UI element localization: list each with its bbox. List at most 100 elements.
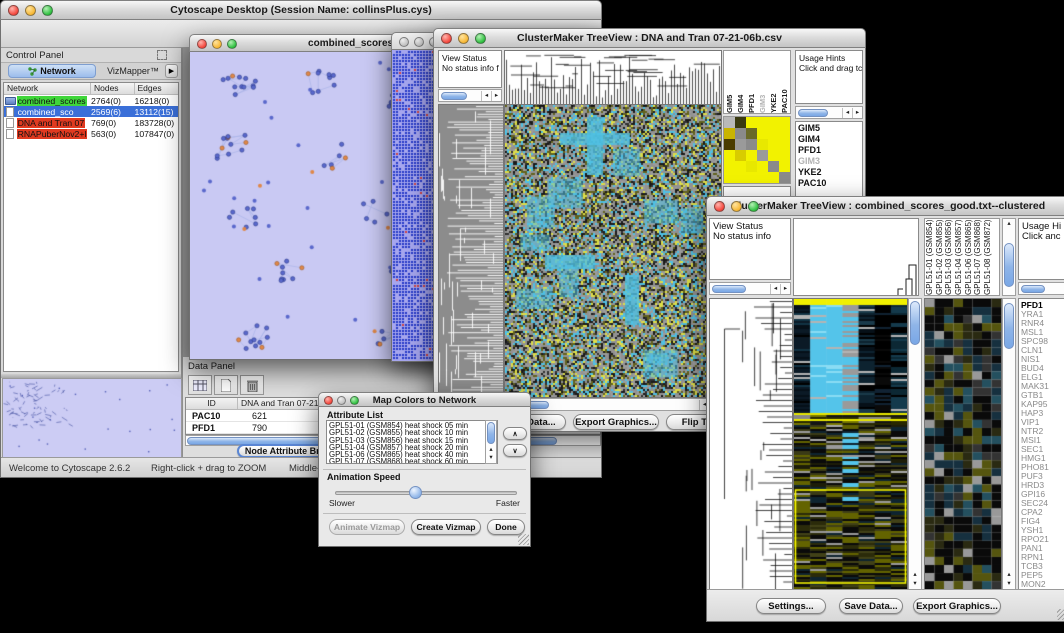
scroll-right-icon[interactable]: ▸ — [491, 91, 501, 101]
resize-grip[interactable] — [1057, 609, 1064, 620]
tv2-export-graphics-button[interactable]: Export Graphics... — [913, 598, 1001, 614]
slider-thumb[interactable] — [409, 486, 422, 499]
animation-speed-slider[interactable] — [335, 491, 517, 495]
tv1-hints-hscrollbar[interactable]: ◂ ▸ — [795, 106, 863, 119]
tv2-gene-list[interactable]: PFD1YRA1RNR4MSL1SPC98CLN1NIS1BUD4ELG1MAK… — [1018, 298, 1064, 590]
treeview2-titlebar[interactable]: ClusterMaker TreeView : combined_scores_… — [706, 196, 1064, 216]
matrix-cell[interactable] — [724, 139, 735, 150]
zoom-button[interactable] — [350, 396, 359, 405]
data-panel-delete-icon[interactable] — [240, 375, 264, 395]
matrix-cell[interactable] — [746, 117, 757, 128]
close-button[interactable] — [197, 39, 207, 49]
matrix-cell[interactable] — [724, 161, 735, 172]
scroll-right-icon[interactable]: ▸ — [852, 108, 862, 118]
close-button[interactable] — [324, 396, 333, 405]
treeview1-titlebar[interactable]: ClusterMaker TreeView : DNA and Tran 07-… — [433, 28, 866, 48]
tab-overflow-button[interactable]: ▶ — [165, 64, 178, 78]
matrix-cell[interactable] — [768, 117, 779, 128]
scroll-left-icon[interactable]: ◂ — [842, 108, 852, 118]
matrix-cell[interactable] — [735, 161, 746, 172]
gene-label[interactable]: PFD1 — [796, 145, 862, 156]
zoom-button[interactable] — [227, 39, 237, 49]
close-button[interactable] — [399, 37, 409, 47]
tv2-save-data-button[interactable]: Save Data... — [839, 598, 903, 614]
gene-label[interactable]: GIM3 — [796, 156, 862, 167]
done-button[interactable]: Done — [487, 519, 525, 535]
matrix-cell[interactable] — [768, 161, 779, 172]
attribute-list[interactable]: GPL51-01 (GSM854) heat shock 05 minGPL51… — [326, 420, 498, 464]
tv1-column-dendrogram[interactable] — [504, 50, 722, 105]
tv1-row-dendrogram[interactable] — [438, 104, 504, 412]
tv2-heatmap-vscrollbar[interactable]: ▴ ▾ — [908, 298, 922, 590]
matrix-cell[interactable] — [724, 117, 735, 128]
minimize-button[interactable] — [337, 396, 346, 405]
data-panel-new-icon[interactable] — [214, 375, 238, 395]
scroll-left-icon[interactable]: ◂ — [770, 284, 780, 294]
zoom-button[interactable] — [748, 201, 759, 212]
tv1-heatmap-hscrollbar[interactable]: ◂ ▸ — [504, 398, 720, 411]
matrix-cell[interactable] — [746, 128, 757, 139]
tv1-export-graphics-button[interactable]: Export Graphics... — [573, 414, 659, 430]
tv2-heatmap[interactable] — [793, 298, 908, 590]
tv1-status-hscrollbar[interactable]: ◂ ▸ — [438, 89, 502, 102]
matrix-cell[interactable] — [779, 150, 790, 161]
matrix-cell[interactable] — [768, 128, 779, 139]
scroll-down-icon[interactable]: ▾ — [486, 454, 496, 462]
minimize-button[interactable] — [414, 37, 424, 47]
data-panel-table-icon[interactable] — [188, 375, 212, 395]
scroll-up-icon[interactable]: ▴ — [1003, 571, 1015, 579]
matrix-cell[interactable] — [757, 139, 768, 150]
matrix-cell[interactable] — [724, 172, 735, 183]
attribute-list-item[interactable]: GPL51-07 (GSM868) heat shock 60 min — [327, 458, 497, 464]
matrix-cell[interactable] — [768, 172, 779, 183]
matrix-cell[interactable] — [757, 150, 768, 161]
minimize-button[interactable] — [25, 5, 36, 16]
create-vizmap-button[interactable]: Create Vizmap — [411, 519, 481, 535]
matrix-cell[interactable] — [746, 172, 757, 183]
gene-label[interactable]: GIM4 — [796, 134, 862, 145]
scroll-up-icon[interactable]: ▴ — [1003, 220, 1015, 228]
dialog-titlebar[interactable]: Map Colors to Network — [318, 392, 531, 407]
tv1-heatmap[interactable] — [504, 104, 722, 398]
matrix-cell[interactable] — [735, 117, 746, 128]
tab-vizmapper[interactable]: VizMapper™ — [100, 64, 166, 78]
scroll-up-icon[interactable]: ▴ — [909, 571, 921, 579]
zoom-button[interactable] — [475, 33, 486, 44]
matrix-cell[interactable] — [735, 172, 746, 183]
tv2-column-dendrogram-area[interactable] — [793, 218, 919, 296]
float-panel-icon[interactable] — [157, 50, 167, 60]
attr-col-id[interactable]: ID — [186, 398, 238, 409]
tab-network[interactable]: Network — [8, 64, 96, 78]
matrix-cell[interactable] — [779, 128, 790, 139]
matrix-cell[interactable] — [779, 161, 790, 172]
matrix-cell[interactable] — [746, 150, 757, 161]
resize-grip[interactable] — [518, 534, 529, 545]
network-list-header-edges[interactable]: Edges — [135, 83, 179, 94]
close-button[interactable] — [714, 201, 725, 212]
scroll-down-icon[interactable]: ▾ — [909, 580, 921, 588]
matrix-cell[interactable] — [779, 139, 790, 150]
animate-vizmap-button[interactable]: Animate Vizmap — [329, 519, 405, 535]
matrix-cell[interactable] — [768, 139, 779, 150]
gene-label[interactable]: YKE2 — [796, 167, 862, 178]
zoom-button[interactable] — [42, 5, 53, 16]
scroll-left-icon[interactable]: ◂ — [481, 91, 491, 101]
tv2-labels-vscrollbar[interactable]: ▴ — [1002, 218, 1016, 296]
gene-label[interactable]: PAC10 — [796, 178, 862, 189]
tv2-row-dendrogram[interactable] — [709, 298, 793, 590]
matrix-cell[interactable] — [757, 172, 768, 183]
tv2-genelist-vscrollbar[interactable]: ▴ ▾ — [1002, 298, 1016, 590]
tv2-status-hscrollbar[interactable]: ◂ ▸ — [709, 282, 791, 295]
minimize-button[interactable] — [458, 33, 469, 44]
network-list-rows[interactable]: combined_scores2764(0)16218(0)combined_s… — [4, 95, 178, 139]
tv2-settings-button[interactable]: Settings... — [756, 598, 826, 614]
matrix-cell[interactable] — [735, 128, 746, 139]
matrix-cell[interactable] — [735, 150, 746, 161]
matrix-cell[interactable] — [779, 117, 790, 128]
network-list-header-nodes[interactable]: Nodes — [91, 83, 135, 94]
network-list-row[interactable]: DNA and Tran 07769(0)183728(0) — [4, 117, 178, 128]
scroll-right-icon[interactable]: ▸ — [780, 284, 790, 294]
matrix-cell[interactable] — [757, 117, 768, 128]
matrix-cell[interactable] — [768, 150, 779, 161]
matrix-cell[interactable] — [757, 128, 768, 139]
